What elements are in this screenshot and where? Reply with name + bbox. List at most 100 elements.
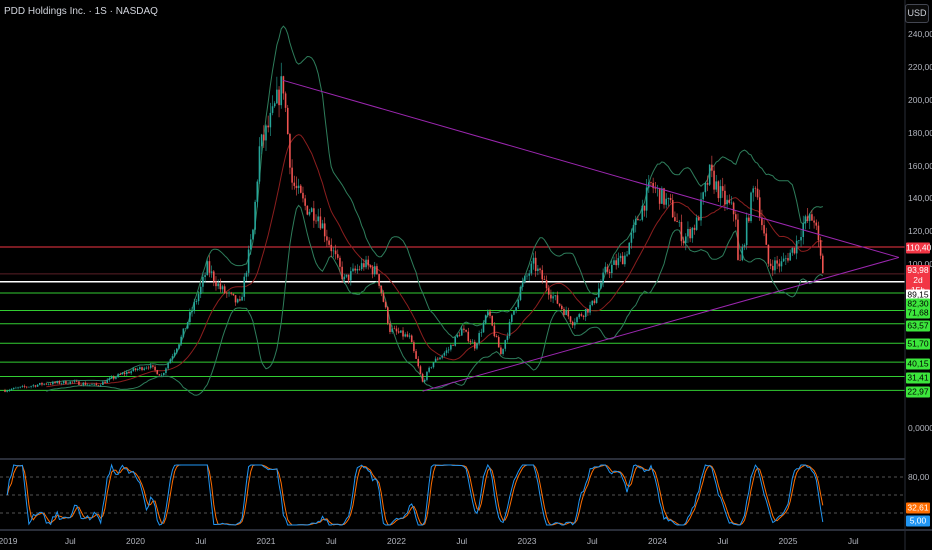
candle-body	[108, 378, 111, 380]
candle-body	[789, 252, 791, 261]
candle-body	[741, 246, 744, 261]
candle-body	[202, 276, 204, 287]
candle-body	[602, 272, 604, 283]
price-level-label: 22,97	[906, 386, 930, 398]
candle-body	[545, 279, 548, 289]
x-tick-label: 2024	[648, 536, 667, 546]
candle-body	[197, 294, 200, 302]
candle-body	[450, 345, 452, 350]
candle-body	[691, 227, 694, 239]
candle-body	[604, 266, 607, 273]
candle-body	[554, 295, 557, 297]
candle-body	[650, 182, 652, 183]
candle-body	[252, 229, 254, 240]
candle-body	[347, 274, 350, 281]
candle-body	[149, 365, 152, 368]
candle-body	[258, 146, 261, 182]
candle-body	[611, 264, 613, 274]
candle-body	[15, 387, 17, 389]
candle-body	[661, 188, 663, 204]
candle-body	[580, 314, 583, 316]
candle-body	[641, 205, 644, 220]
candle-body	[537, 268, 539, 271]
candle-body	[328, 240, 330, 245]
candle-body	[471, 341, 474, 343]
candle-body	[637, 218, 639, 221]
candle-body	[791, 247, 794, 253]
candle-body	[373, 266, 376, 275]
candle-body	[687, 228, 689, 237]
candle-body	[47, 384, 50, 385]
candle-body	[735, 214, 737, 220]
candle-body	[243, 276, 246, 297]
candle-body	[526, 275, 528, 277]
candle-body	[273, 103, 276, 107]
candle-body	[460, 328, 463, 336]
candle-body	[34, 385, 37, 387]
candle-body	[112, 376, 115, 379]
candle-body	[395, 328, 398, 332]
candle-body	[232, 293, 235, 296]
candle-body	[550, 294, 552, 299]
candle-body	[54, 381, 56, 383]
candle-body	[606, 266, 609, 272]
candle-body	[104, 381, 106, 383]
candle-body	[569, 316, 572, 322]
candle-body	[60, 383, 63, 384]
x-tick-label: 2019	[0, 536, 18, 546]
candle-body	[165, 368, 167, 373]
candle-body	[463, 328, 465, 330]
candle-body	[69, 381, 72, 384]
candle-body	[778, 263, 781, 267]
candle-body	[811, 214, 813, 221]
candle-body	[713, 170, 715, 190]
candle-body	[561, 305, 563, 309]
candle-body	[708, 164, 711, 185]
price-chart[interactable]	[0, 0, 932, 550]
price-level-label: 40,15	[906, 358, 930, 370]
candle-body	[800, 236, 802, 241]
candle-body	[182, 328, 185, 337]
x-tick-label: 2022	[387, 536, 406, 546]
candle-body	[12, 387, 15, 390]
candle-body	[199, 286, 202, 295]
candle-body	[334, 250, 337, 255]
candle-body	[726, 199, 728, 205]
candle-body	[139, 367, 141, 369]
candle-body	[249, 239, 252, 250]
trendline	[422, 256, 900, 392]
moving-average-line	[46, 134, 823, 388]
candle-body	[678, 221, 681, 223]
x-tick-label: Jul	[847, 536, 859, 546]
candle-body	[93, 383, 95, 385]
candle-body	[724, 190, 726, 205]
chart-title: PDD Holdings Inc. · 1S · NASDAQ	[4, 6, 158, 17]
candle-body	[693, 227, 696, 230]
candle-body	[171, 356, 174, 360]
candle-body	[400, 330, 402, 333]
bollinger-upper-band	[46, 25, 823, 384]
candle-body	[363, 263, 365, 268]
candle-body	[441, 355, 443, 358]
candle-body	[282, 76, 285, 94]
candle-body	[43, 383, 45, 385]
candle-body	[437, 358, 439, 360]
candle-body	[465, 329, 467, 332]
candle-body	[245, 272, 248, 277]
candle-body	[134, 368, 137, 371]
candle-body	[84, 382, 87, 385]
candle-body	[176, 348, 178, 353]
candle-body	[521, 282, 524, 287]
candle-body	[117, 374, 119, 378]
candle-body	[308, 211, 311, 215]
candle-body	[130, 371, 132, 374]
candle-body	[382, 292, 385, 302]
candle-body	[162, 372, 165, 376]
candle-body	[769, 263, 772, 266]
candle-body	[234, 295, 237, 303]
candle-body	[487, 311, 489, 316]
candle-body	[289, 134, 291, 168]
currency-button[interactable]: USD	[905, 4, 929, 23]
candle-body	[143, 368, 145, 371]
candle-body	[319, 216, 322, 229]
